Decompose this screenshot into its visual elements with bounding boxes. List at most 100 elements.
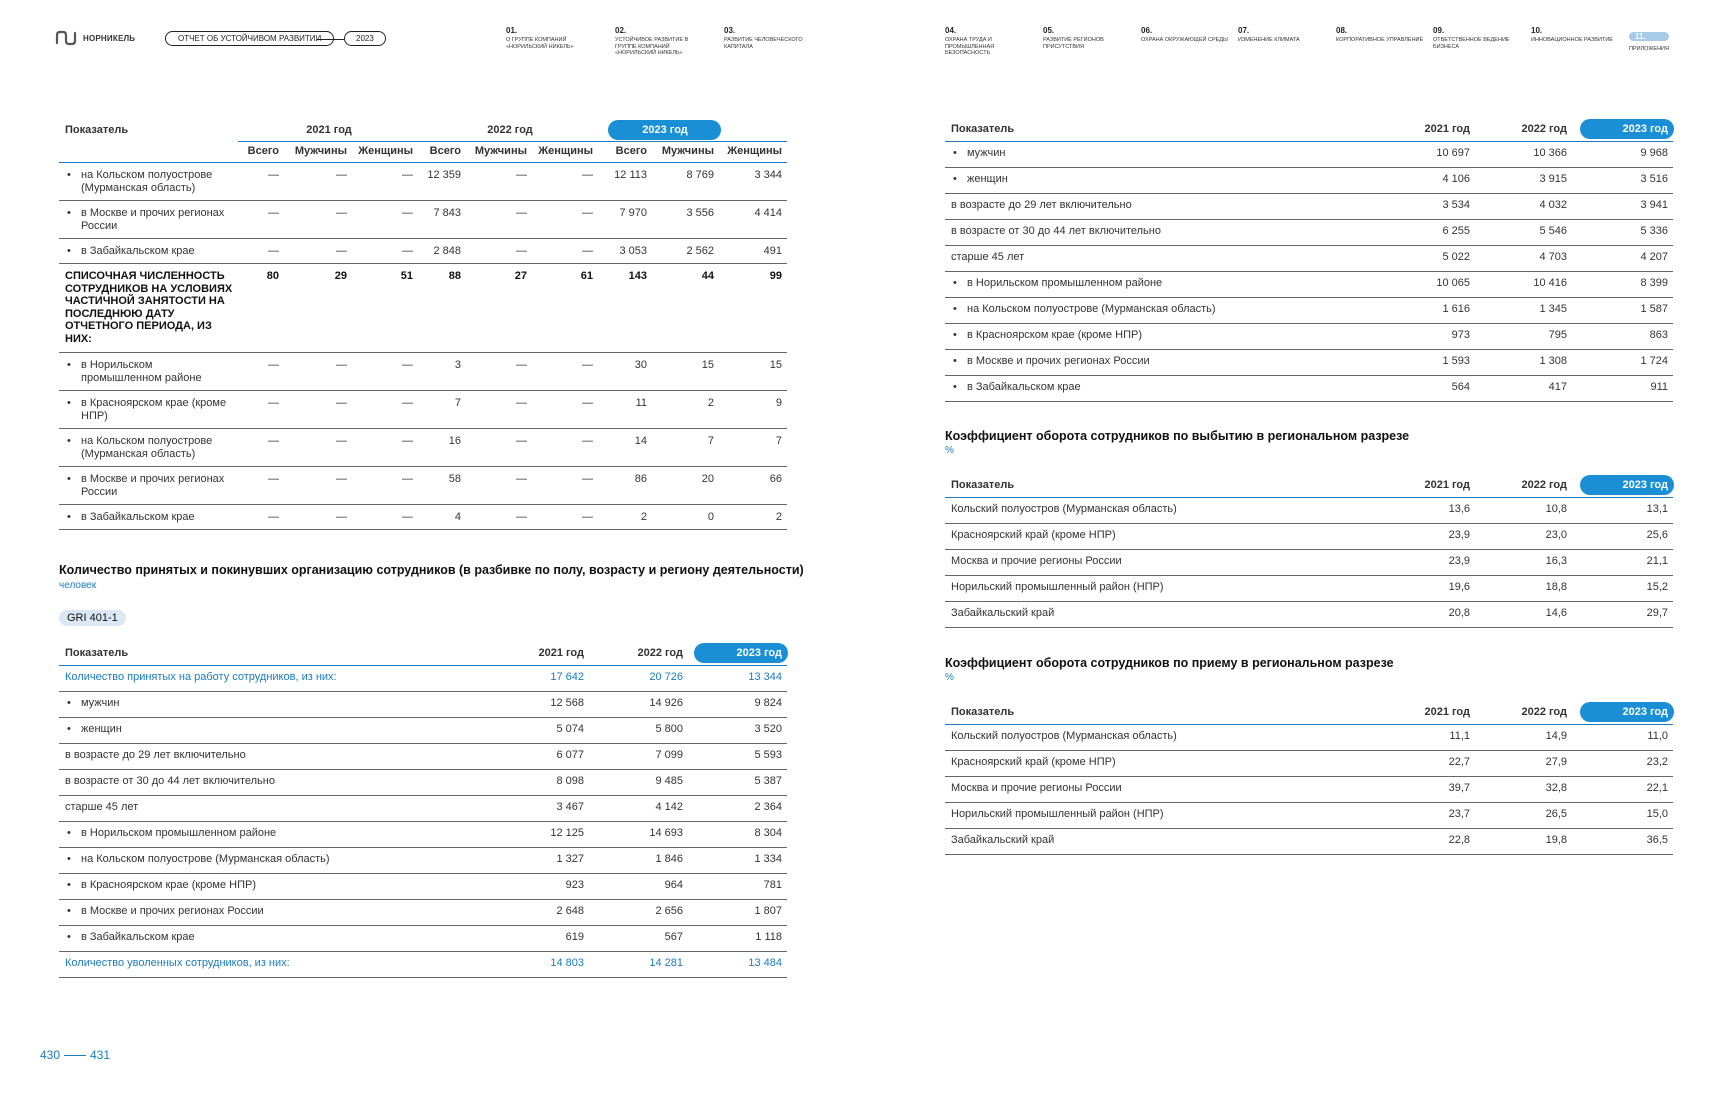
row-rule (59, 428, 787, 429)
nav-item-5[interactable]: 05. РАЗВИТИЕ РЕГИОНОВ ПРИСУТСТВИЯ (1043, 26, 1133, 50)
page-header: НОРНИКЕЛЬ ОТЧЕТ ОБ УСТОЙЧИВОМ РАЗВИТИИ 2… (0, 0, 1733, 70)
table-cell-value: — (582, 435, 593, 447)
column-header-subcol: Всего (615, 145, 647, 157)
table-cell-value: 14 281 (649, 957, 683, 969)
nav-item-10[interactable]: 10. ИННОВАЦИОННОЕ РАЗВИТИЕ (1531, 26, 1621, 44)
row-rule (59, 899, 787, 900)
nav-item-9[interactable]: 09. ОТВЕТСТВЕННОЕ ВЕДЕНИЕ БИЗНЕСА (1433, 26, 1523, 50)
header-rule (59, 665, 787, 666)
column-header-year[interactable]: 2021 год (1390, 123, 1470, 135)
column-header-year[interactable]: 2021 год (289, 124, 369, 136)
table-cell-value: 19,6 (1448, 581, 1470, 593)
column-header-year[interactable]: 2023 год (1588, 706, 1668, 718)
table-cell-value: 3 467 (556, 801, 584, 813)
table-cell-value: — (268, 511, 279, 523)
row-rule (945, 750, 1673, 751)
gri-badge: GRI 401-1 (59, 610, 126, 626)
report-year-pill[interactable]: 2023 (344, 31, 386, 46)
header-rule (945, 141, 1673, 142)
nav-item-3[interactable]: 03. РАЗВИТИЕ ЧЕЛОВЕЧЕСКОГО КАПИТАЛА (724, 26, 814, 50)
nav-item-4[interactable]: 04. ОХРАНА ТРУДА И ПРОМЫШЛЕННАЯ БЕЗОПАСНО… (945, 26, 1035, 57)
nav-item-7[interactable]: 07. ИЗМЕНЕНИЕ КЛИМАТА (1238, 26, 1328, 44)
header-rule (945, 724, 1673, 725)
page-number-left: 430 (40, 1048, 61, 1062)
table-cell-value: 14,6 (1545, 607, 1567, 619)
table-cell-value: 10 366 (1533, 147, 1567, 159)
table-row-label: Количество принятых на работу сотруднико… (65, 671, 337, 683)
nav-item-number: 03. (724, 26, 736, 35)
table-cell-value: 9 968 (1640, 147, 1668, 159)
row-rule (59, 466, 787, 467)
table-cell-value: 10,8 (1545, 503, 1567, 515)
year-group-rule (238, 141, 787, 142)
table-cell-value: 23,9 (1448, 555, 1470, 567)
table-cell-value: 23,2 (1646, 756, 1668, 768)
nornickel-logo-icon (55, 30, 77, 46)
table-cell-value: 17 642 (550, 671, 584, 683)
table-cell-value: 88 (448, 270, 461, 282)
table-row-label: в Москве и прочих регионах России (67, 207, 236, 232)
nav-item-6[interactable]: 06. ОХРАНА ОКРУЖАЮЩЕЙ СРЕДЫ (1141, 26, 1231, 44)
table-row-label: в возрасте от 30 до 44 лет включительно (65, 775, 275, 787)
table-cell-value: 26,5 (1545, 808, 1567, 820)
table-cell-value: 1 587 (1640, 303, 1668, 315)
table-cell-value: 9 (775, 397, 782, 409)
row-rule (945, 854, 1673, 855)
table-cell-value: 5 074 (556, 723, 584, 735)
nav-item-1[interactable]: 01. О ГРУППЕ КОМПАНИЙ «НОРИЛЬСКИЙ НИКЕЛЬ» (506, 26, 596, 50)
table-cell-value: — (516, 359, 527, 371)
column-header-subcol: Всего (247, 145, 279, 157)
table-cell-value: 3 534 (1442, 199, 1470, 211)
table-cell-value: 10 697 (1436, 147, 1470, 159)
column-header-year[interactable]: 2022 год (1487, 123, 1567, 135)
table-cell-value: — (516, 473, 527, 485)
column-header-year[interactable]: 2023 год (1588, 479, 1668, 491)
table-cell-value: — (516, 245, 527, 257)
nav-item-8[interactable]: 08. КОРПОРАТИВНОЕ УПРАВЛЕНИЕ (1336, 26, 1426, 44)
table-cell-value: 12 359 (427, 169, 461, 181)
nav-item-number: 05. (1043, 26, 1055, 35)
column-header-year[interactable]: 2021 год (504, 647, 584, 659)
table-row-label: в Норильском промышленном районе (67, 359, 236, 384)
table-cell-value: 4 414 (754, 207, 782, 219)
nav-item-label: О ГРУППЕ КОМПАНИЙ «НОРИЛЬСКИЙ НИКЕЛЬ» (506, 37, 574, 50)
column-header-year[interactable]: 2023 год (702, 647, 782, 659)
nav-item-11[interactable]: 11. ПРИЛОЖЕНИЯ (1629, 26, 1719, 53)
row-rule (59, 717, 787, 718)
column-header-year[interactable]: 2021 год (1390, 706, 1470, 718)
table-cell-value: 2 648 (556, 905, 584, 917)
table-cell-value: 99 (769, 270, 782, 282)
table-cell-value: 1 807 (754, 905, 782, 917)
column-header-year[interactable]: 2022 год (1487, 479, 1567, 491)
column-header-year[interactable]: 2023 год (625, 124, 705, 136)
table-cell-value: 2 562 (686, 245, 714, 257)
table-cell-value: 923 (565, 879, 584, 891)
column-header-indicator: Показатель (951, 123, 1015, 135)
table-cell-value: 14 803 (550, 957, 584, 969)
table-cell-value: 5 593 (754, 749, 782, 761)
table-row-label: на Кольском полуострове (Мурманская обла… (67, 853, 330, 865)
table-cell-value: 12 125 (550, 827, 584, 839)
logo[interactable]: НОРНИКЕЛЬ (54, 30, 135, 46)
column-header-year[interactable]: 2023 год (1588, 123, 1668, 135)
table-cell-value: — (336, 207, 347, 219)
table-row-label: женщин (67, 723, 122, 735)
table-cell-value: 15 (769, 359, 782, 371)
table-cell-value: 10 416 (1533, 277, 1567, 289)
hired-left-title: Количество принятых и покинувших организ… (59, 563, 804, 577)
column-header-year[interactable]: 2022 год (603, 647, 683, 659)
table-cell-value: 12 113 (614, 169, 647, 181)
row-rule (59, 390, 787, 391)
table-cell-value: 7 843 (433, 207, 461, 219)
column-header-year[interactable]: 2022 год (470, 124, 550, 136)
column-header-year[interactable]: 2022 год (1487, 706, 1567, 718)
table-row-label: в Забайкальском крае (67, 245, 236, 258)
table-cell-value: 1 327 (556, 853, 584, 865)
table-row-label: в Москве и прочих регионах России (953, 355, 1150, 367)
table-row-label: в Москве и прочих регионах России (67, 905, 264, 917)
column-header-year[interactable]: 2021 год (1390, 479, 1470, 491)
nav-item-2[interactable]: 02. УСТОЙЧИВОЕ РАЗВИТИЕ В ГРУППЕ КОМПАНИЙ… (615, 26, 705, 57)
table-cell-value: 18,8 (1545, 581, 1567, 593)
table-cell-value: 14 (634, 435, 647, 447)
report-title-pill[interactable]: ОТЧЕТ ОБ УСТОЙЧИВОМ РАЗВИТИИ (165, 31, 335, 46)
